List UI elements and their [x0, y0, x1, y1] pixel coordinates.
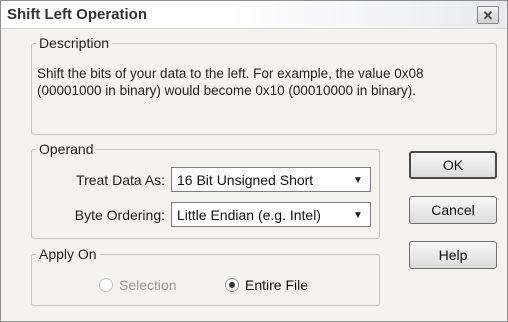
- byte-ordering-select[interactable]: Little Endian (e.g. Intel) ▼: [171, 202, 371, 227]
- title-bar[interactable]: Shift Left Operation ✕: [1, 1, 507, 29]
- treat-data-as-value: 16 Bit Unsigned Short: [177, 171, 314, 188]
- radio-checked-icon: [225, 278, 239, 292]
- window-title: Shift Left Operation: [7, 6, 147, 23]
- description-text: Shift the bits of your data to the left.…: [37, 66, 424, 98]
- close-icon: ✕: [482, 7, 494, 23]
- shift-left-dialog: Shift Left Operation ✕ Description Shift…: [0, 0, 508, 322]
- radio-unchecked-icon: [99, 278, 113, 292]
- treat-data-as-select[interactable]: 16 Bit Unsigned Short ▼: [171, 167, 371, 192]
- ok-button[interactable]: OK: [409, 151, 497, 179]
- description-legend: Description: [39, 35, 110, 51]
- entire-file-radio[interactable]: Entire File: [225, 277, 308, 293]
- apply-on-group: Apply On: [31, 246, 380, 306]
- entire-file-radio-label: Entire File: [245, 277, 309, 293]
- byte-ordering-value: Little Endian (e.g. Intel): [177, 206, 321, 223]
- byte-ordering-label: Byte Ordering:: [74, 207, 165, 223]
- close-button[interactable]: ✕: [477, 6, 499, 24]
- selection-radio-label: Selection: [119, 277, 177, 293]
- selection-radio[interactable]: Selection: [99, 277, 177, 293]
- operand-legend: Operand: [39, 141, 94, 157]
- treat-data-as-label: Treat Data As:: [76, 172, 165, 188]
- cancel-button[interactable]: Cancel: [409, 196, 497, 224]
- chevron-down-icon: ▼: [353, 174, 363, 186]
- help-button[interactable]: Help: [409, 241, 497, 269]
- chevron-down-icon: ▼: [353, 209, 363, 221]
- apply-on-legend: Apply On: [39, 246, 97, 262]
